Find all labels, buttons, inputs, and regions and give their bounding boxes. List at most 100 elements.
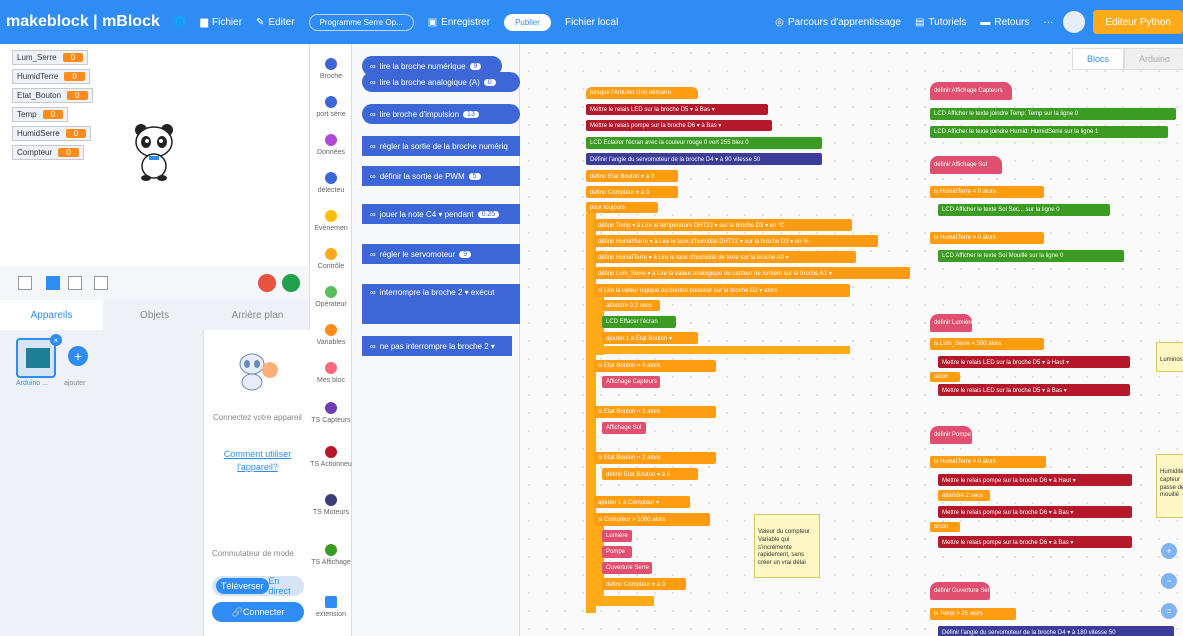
code-block[interactable]: attendre 2 secs [938,490,990,501]
code-block[interactable]: définir HumidSerre ▾ à Lire le taux d'hu… [594,235,878,247]
block-input[interactable]: 0 [483,78,496,86]
code-block[interactable]: Mettre le relais pompe sur la broche D6 … [938,536,1132,548]
if-block[interactable]: si Lum_Serre < 500 alors [930,338,1044,350]
code-block[interactable]: définir Temp ▾ à Lire la température DHT… [594,219,852,231]
category-detector[interactable]: délecteu [310,172,352,194]
call-block[interactable]: Pompe [602,546,632,558]
learning-path-link[interactable]: ◎ Parcours d'apprentissage [775,17,901,28]
block-input[interactable]: 5 [468,172,481,180]
file-menu[interactable]: ▆ Fichier [200,17,242,28]
code-block[interactable]: définir Etat Bouton ▾ à 0 [602,468,698,480]
tutorials-link[interactable]: ▤ Tutoriels [915,17,966,28]
project-name-input[interactable]: Programme Serre Op... [308,13,414,31]
connect-button[interactable]: 🔗 Connecter [212,602,304,622]
define-block[interactable]: définir Affichage Sol [930,156,1002,174]
code-block[interactable]: Mettre le relais LED sur la broche D5 ▾ … [586,104,768,115]
script-workspace[interactable]: lorsque l'Arduino Uno démarre Mettre le … [520,44,1183,636]
palette-block[interactable]: ∞ régler la sortie de la broche numériq [362,136,520,156]
zoom-out-icon[interactable]: − [1161,573,1177,589]
palette-block[interactable]: ∞ ne pas interrompre la broche 2 ▾ [362,336,512,356]
code-block[interactable]: ajouter 1 à Compteur ▾ [594,496,690,508]
code-block[interactable]: définir Compteur ▾ à 0 [586,186,678,198]
tab-devices[interactable]: Appareils [0,300,103,330]
category-pin[interactable]: Broche [310,58,352,80]
tab-background[interactable]: Arrière plan [206,300,309,330]
live-mode-option[interactable]: En direct [269,576,300,596]
code-block[interactable]: Définir l'angle du servomoteur de la bro… [938,626,1174,636]
call-block[interactable]: Ouverture Serre [602,562,652,574]
code-block[interactable]: Mettre le relais LED sur la broche D5 ▾ … [938,356,1130,368]
define-block[interactable]: définir Pompe [930,426,972,444]
comment-note[interactable]: Valeur du compteur Variable qui s'incrém… [754,514,820,578]
if-block[interactable]: si Compteur > 1000 alors [594,513,710,526]
if-block[interactable]: si Etat Bouton = 2 alors [594,452,716,464]
how-to-use-link[interactable]: Comment utiliser l'appareil? [204,448,311,473]
grid-icon[interactable] [94,276,108,290]
if-block[interactable]: si Lire la valeur logique du bouton pous… [594,284,850,297]
green-flag-button[interactable] [282,274,300,292]
code-block[interactable]: LCD Afficher le texte joindre Humid: Hum… [930,126,1168,138]
palette-block[interactable]: ∞ lire broche d'impulsion 13 [362,104,520,124]
more-menu[interactable]: ··· [1043,17,1053,28]
local-file-button[interactable]: Fichier local [565,17,618,28]
if-block[interactable]: si Temp > 25 alors [930,608,1016,620]
category-ts-sensors[interactable]: TS Capteurs [310,402,352,424]
close-icon[interactable]: × [50,334,62,346]
stop-button[interactable] [258,274,276,292]
globe-icon[interactable]: 🌐 [174,17,186,28]
panda-sprite[interactable] [132,122,176,182]
save-button[interactable]: ▣ Enregistrer [428,17,490,28]
define-block[interactable]: définir Ouverture Serre [930,582,990,600]
comment-note[interactable]: Humidité capteur passe de mouillé [1156,454,1183,518]
define-block[interactable]: définir Lumière [930,314,972,332]
zoom-reset-icon[interactable]: = [1161,603,1177,619]
zoom-in-icon[interactable]: + [1161,543,1177,559]
category-ts-display[interactable]: TS Affichage [310,544,352,566]
feedback-link[interactable]: ▬ Retours [980,17,1029,28]
python-editor-button[interactable]: Editeur Python [1093,10,1183,34]
code-block[interactable]: LCD Afficher le texte Sol Sec... sur la … [938,204,1110,216]
block-input[interactable]: 0.25 [477,210,500,218]
category-data[interactable]: Données [310,134,352,156]
category-variables[interactable]: Variables [310,324,352,346]
palette-block[interactable]: ∞ interrompre la broche 2 ▾ exécut [362,284,520,324]
code-block[interactable]: Mettre le relais LED sur la broche D5 ▾ … [938,384,1130,396]
tab-blocks[interactable]: Blocs [1072,48,1125,70]
hat-block[interactable]: lorsque l'Arduino Uno démarre [586,87,698,99]
category-extension[interactable]: extension [310,596,352,618]
code-block[interactable]: définir Etat Bouton ▾ à 0 [586,170,678,182]
palette-block[interactable]: ∞ définir la sortie de PWM 5 [362,166,520,186]
code-block[interactable]: Mettre le relais pompe sur la broche D6 … [938,506,1132,518]
code-block[interactable]: LCD Effacer l'écran [602,316,676,328]
palette-block[interactable]: ∞ régler le servomoteur 9 [362,244,520,264]
forever-block[interactable]: pour toujours [586,202,658,213]
category-events[interactable]: Evènemen [310,210,352,232]
upload-mode-option[interactable]: Téléverser [216,578,269,594]
tab-objects[interactable]: Objets [103,300,206,330]
tab-arduino-code[interactable]: Arduino [1124,48,1183,70]
code-block[interactable]: LCD Afficher le texte joindre Temp: Temp… [930,108,1176,120]
small-stage-icon[interactable] [46,276,60,290]
category-my-blocks[interactable]: Mes bloc [310,362,352,384]
call-block[interactable]: Affichage Capteurs [602,376,660,388]
edit-menu[interactable]: ✎ Editer [256,17,295,28]
palette-block[interactable]: ∞ jouer la note C4 ▾ pendant 0.25 [362,204,520,224]
else-block[interactable]: sinon [930,372,960,382]
category-serial[interactable]: port série [310,96,352,118]
category-operators[interactable]: Opérateur [310,286,352,308]
comment-note[interactable]: Luminosité [1156,342,1183,372]
code-block[interactable]: Définir l'angle du servomoteur de la bro… [586,153,822,165]
palette-block[interactable]: ∞ lire la broche analogique (A) 0 [362,72,520,92]
add-device-button[interactable]: + [68,346,88,366]
block-input[interactable]: 9 [469,62,482,70]
large-stage-icon[interactable] [68,276,82,290]
else-block[interactable]: sinon [930,522,960,532]
code-block[interactable]: attendre 0.2 secs [602,300,660,311]
mode-toggle[interactable]: Téléverser En direct [212,576,304,596]
define-block[interactable]: définir Affichage Capteurs [930,82,1012,100]
code-block[interactable]: définir HumidTerre ▾ à Lire le taux d'hu… [594,251,856,263]
call-block[interactable]: Affichage Sol [602,422,646,434]
code-block[interactable]: LCD Eclairer l'écran avec la couleur rou… [586,137,822,149]
code-block[interactable]: définir Lum_Serre ▾ à Lire la valeur ana… [594,267,910,279]
block-input[interactable]: 9 [459,250,472,258]
